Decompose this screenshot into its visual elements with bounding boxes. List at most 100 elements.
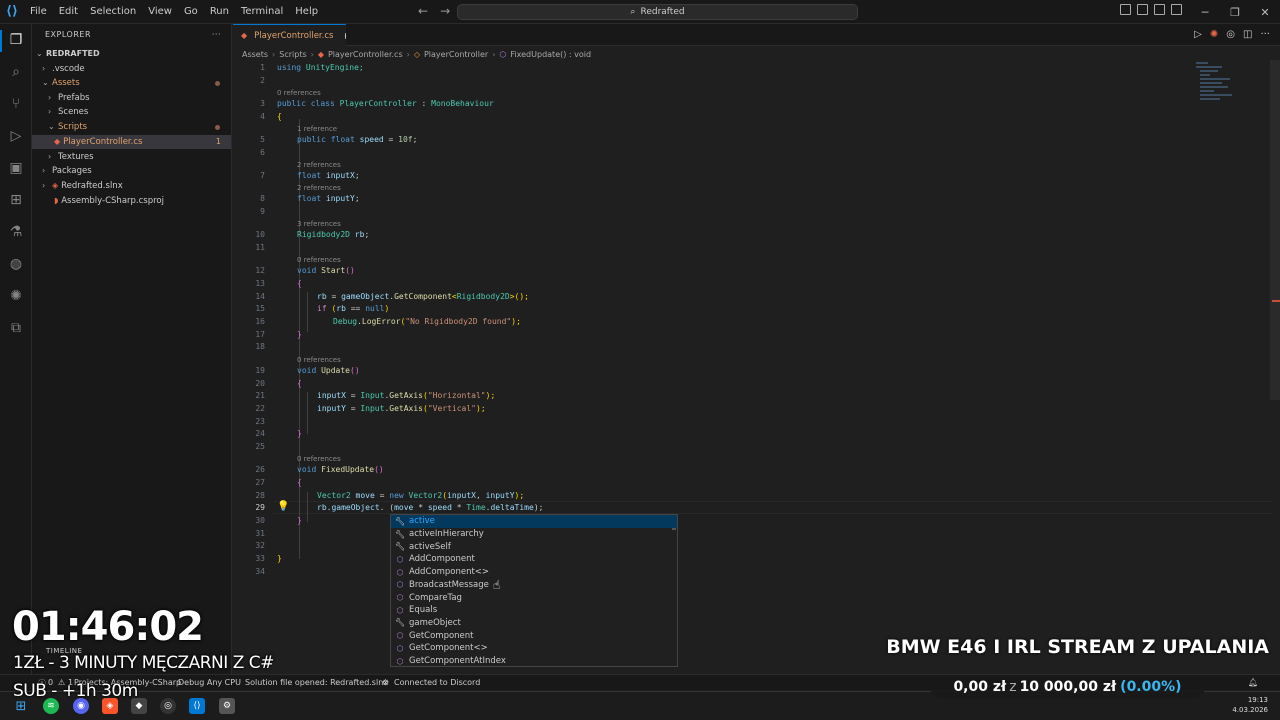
line-number: 20 bbox=[255, 379, 265, 388]
tree-item-assets[interactable]: ⌄ Assets bbox=[32, 76, 231, 90]
codelens-references[interactable]: 2 references bbox=[297, 161, 341, 169]
tree-item-slnx[interactable]: › ◈ Redrafted.slnx bbox=[32, 179, 231, 193]
minimap-line bbox=[1200, 82, 1222, 84]
breadcrumb-item[interactable]: Scripts bbox=[279, 50, 306, 59]
settings-icon[interactable]: ⚙ bbox=[219, 698, 235, 714]
stream-rule-sub: SUB - +1h 30m bbox=[13, 681, 138, 701]
suggestion-item[interactable]: ⬡ GetComponent<> bbox=[391, 642, 677, 655]
tree-item-vscode[interactable]: › .vscode bbox=[32, 62, 231, 76]
lightbulb-icon[interactable]: 💡 bbox=[277, 501, 289, 512]
token: Input bbox=[360, 391, 385, 400]
codelens-references[interactable]: 2 references bbox=[297, 184, 341, 192]
method-icon: ⬡ bbox=[396, 605, 404, 615]
source-control-icon[interactable]: ⑂ bbox=[6, 94, 26, 114]
tree-item-packages[interactable]: › Packages bbox=[32, 164, 231, 178]
breadcrumb-item[interactable]: PlayerController.cs bbox=[328, 50, 403, 59]
vertical-scrollbar[interactable] bbox=[1270, 60, 1280, 400]
codelens-references[interactable]: 3 references bbox=[297, 220, 341, 228]
split-editor-icon[interactable]: ◫ bbox=[1243, 29, 1252, 40]
suggestion-item[interactable]: 🔧︎ active bbox=[391, 515, 677, 528]
forward-arrow-icon[interactable]: → bbox=[440, 4, 450, 18]
sidebar-toggle-icon[interactable] bbox=[1137, 4, 1148, 15]
menu-run[interactable]: Run bbox=[204, 0, 235, 24]
command-center-search[interactable]: ⌕ Redrafted bbox=[457, 4, 858, 20]
suggestion-label: CompareTag bbox=[409, 592, 462, 603]
maximize-icon[interactable]: ❐ bbox=[1220, 6, 1250, 19]
tree-item-textures[interactable]: › Textures bbox=[32, 150, 231, 164]
notification-bell-icon[interactable]: 🔔︎ bbox=[1248, 678, 1258, 687]
menu-help[interactable]: Help bbox=[289, 0, 324, 24]
codelens-references[interactable]: 0 references bbox=[297, 256, 341, 264]
breadcrumb-item[interactable]: PlayerController bbox=[424, 50, 488, 59]
menu-terminal[interactable]: Terminal bbox=[235, 0, 289, 24]
suggestion-item[interactable]: ⬡ GetComponentAtIndex bbox=[391, 655, 677, 668]
debug-config[interactable]: Debug Any CPU bbox=[178, 678, 241, 687]
menu-go[interactable]: Go bbox=[178, 0, 204, 24]
minimize-icon[interactable]: ─ bbox=[1190, 6, 1220, 19]
secondary-sidebar-toggle-icon[interactable] bbox=[1171, 4, 1182, 15]
obs-icon[interactable]: ◎ bbox=[160, 698, 176, 714]
layout-toggle-icon[interactable] bbox=[1120, 4, 1131, 15]
vscode-icon[interactable]: ⟨⟩ bbox=[189, 698, 205, 714]
suggestion-item[interactable]: ⬡ GetComponent bbox=[391, 629, 677, 642]
suggestion-item[interactable]: ⬡ AddComponent<> bbox=[391, 566, 677, 579]
chevron-right-icon: › bbox=[42, 181, 46, 190]
tree-item-csproj[interactable]: ◗ Assembly-CSharp.csproj bbox=[32, 194, 231, 208]
menu-selection[interactable]: Selection bbox=[84, 0, 142, 24]
codelens-references[interactable]: 0 references bbox=[277, 89, 321, 97]
containers-icon[interactable]: ⧉ bbox=[6, 318, 26, 338]
tree-root[interactable]: ⌄ REDRAFTED bbox=[32, 47, 231, 61]
explorer-icon[interactable]: ❐ bbox=[6, 30, 26, 50]
token: MonoBehaviour bbox=[431, 99, 494, 108]
back-arrow-icon[interactable]: ← bbox=[418, 4, 428, 18]
suggestion-item[interactable]: ⬡ CompareTag bbox=[391, 591, 677, 604]
tree-item-scenes[interactable]: › Scenes bbox=[32, 105, 231, 119]
nav-arrows: ← → bbox=[418, 4, 450, 18]
token: == bbox=[345, 304, 366, 313]
search-icon[interactable]: ⌕ bbox=[6, 62, 26, 82]
unsaved-dot-icon[interactable] bbox=[345, 32, 346, 39]
tree-item-scripts[interactable]: ⌄ Scripts bbox=[32, 120, 231, 134]
codelens-references[interactable]: 1 reference bbox=[297, 125, 337, 133]
suggestion-item[interactable]: ⬡ BroadcastMessage bbox=[391, 579, 677, 592]
suggestion-item[interactable]: 🔧︎ activeSelf bbox=[391, 540, 677, 553]
more-actions-icon[interactable]: ··· bbox=[212, 24, 221, 46]
run-icon[interactable]: ▷ bbox=[1194, 29, 1202, 40]
token: Time bbox=[466, 503, 486, 512]
tab-playercontroller[interactable]: ◆ PlayerController.cs bbox=[233, 24, 346, 46]
menu-edit[interactable]: Edit bbox=[53, 0, 84, 24]
solution-status[interactable]: Solution file opened: Redrafted.slnx bbox=[245, 678, 388, 687]
codelens-references[interactable]: 0 references bbox=[297, 455, 341, 463]
run-debug-icon[interactable]: ▷ bbox=[6, 126, 26, 146]
close-icon[interactable]: ✕ bbox=[1250, 6, 1280, 19]
token: public float bbox=[297, 135, 360, 144]
system-clock[interactable]: 19:13 4.03.2026 bbox=[1232, 695, 1268, 715]
code-line: public float speed = 10f; bbox=[297, 135, 417, 144]
line-number: 28 bbox=[255, 491, 265, 500]
compare-icon[interactable]: ◎ bbox=[1226, 29, 1235, 40]
code-line: rb = gameObject.GetComponent<Rigidbody2D… bbox=[317, 292, 529, 301]
discord-status[interactable]: Connected to Discord bbox=[394, 678, 480, 687]
menu-view[interactable]: View bbox=[142, 0, 178, 24]
tree-item-prefabs[interactable]: › Prefabs bbox=[32, 91, 231, 105]
codelens-references[interactable]: 0 references bbox=[297, 356, 341, 364]
tree-item-playercontroller[interactable]: ◆ PlayerController.cs 1 bbox=[32, 135, 231, 149]
copilot-icon[interactable]: ✺ bbox=[1210, 29, 1218, 40]
suggestion-item[interactable]: ⬡ AddComponent bbox=[391, 553, 677, 566]
breadcrumb-item[interactable]: Assets bbox=[242, 50, 268, 59]
minimap[interactable] bbox=[1196, 62, 1236, 102]
suggestion-item[interactable]: ⬡ Equals bbox=[391, 604, 677, 617]
unity-icon[interactable]: ◍ bbox=[6, 254, 26, 274]
panel-toggle-icon[interactable] bbox=[1154, 4, 1165, 15]
line-number: 16 bbox=[255, 317, 265, 326]
breadcrumb-item[interactable]: FixedUpdate() : void bbox=[510, 50, 591, 59]
suggestion-item[interactable]: 🔧︎ activeInHierarchy bbox=[391, 528, 677, 541]
copilot-icon[interactable]: ✺ bbox=[6, 286, 26, 306]
remote-explorer-icon[interactable]: ▣ bbox=[6, 158, 26, 178]
extensions-icon[interactable]: ⊞ bbox=[6, 190, 26, 210]
suggestion-item[interactable]: 🔧︎ gameObject bbox=[391, 617, 677, 630]
method-icon: ⬡ bbox=[396, 656, 404, 666]
testing-icon[interactable]: ⚗ bbox=[6, 222, 26, 242]
menu-file[interactable]: File bbox=[24, 0, 53, 24]
more-icon[interactable]: ··· bbox=[1260, 29, 1270, 40]
